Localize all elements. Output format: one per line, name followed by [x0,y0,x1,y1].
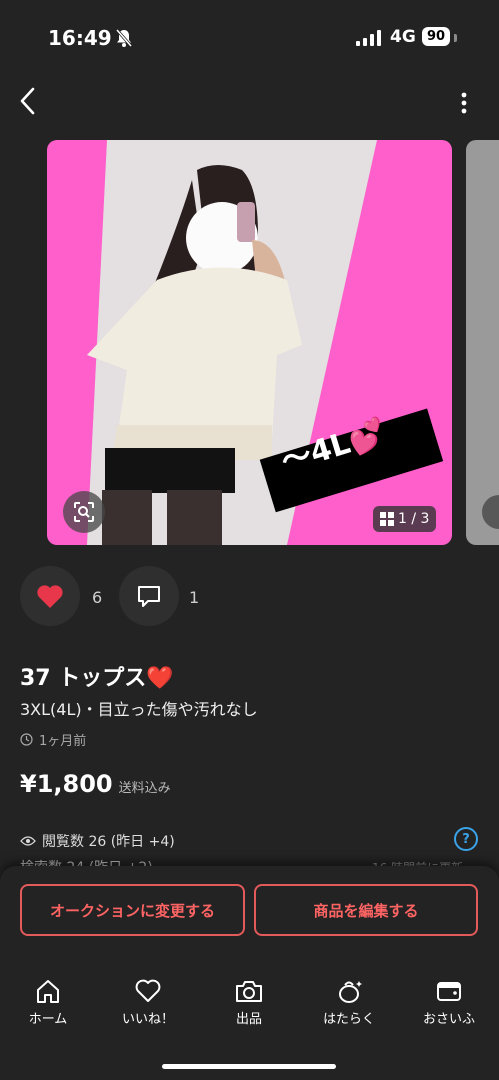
edit-item-button[interactable]: 商品を編集する [254,884,478,936]
back-arrow-icon[interactable] [14,86,44,116]
tab-sell[interactable]: 出品 [209,978,289,1027]
price-value: ¥1,800 [20,770,113,798]
next-photo-peek[interactable] [466,140,499,545]
comment-count: 1 [189,588,200,607]
battery-cap [454,34,457,42]
comment-button[interactable] [119,566,179,626]
product-photo[interactable]: 〜4L💕 [47,140,452,545]
top-bar [0,76,499,132]
grid-icon [380,512,394,526]
like-button[interactable] [20,566,80,626]
heart-filled-icon [37,585,63,608]
tab-work-label: はたらく [323,1012,375,1027]
comment-icon [138,586,160,607]
wallet-icon [437,982,461,1001]
photo-counter: 1 / 3 [373,506,437,532]
more-options-icon[interactable] [454,90,474,116]
camera-icon [236,981,262,1002]
item-subtitle: 3XL(4L)・目立った傷や汚れなし [20,700,258,719]
price: ¥1,800 送料込み [20,770,171,798]
status-time: 16:49 [48,26,112,50]
tab-home[interactable]: ホーム [8,978,88,1027]
tab-home-label: ホーム [28,1012,68,1027]
engagement-actions: 6 1 [0,566,499,628]
tab-wallet-label: おさいふ [422,1012,475,1027]
bell-muted-icon [115,29,133,47]
clock-icon [20,733,33,746]
like-count: 6 [92,588,103,607]
view-count: 閲覧数 26 (昨日 +4) [42,834,175,850]
tab-likes[interactable]: いいね！ [108,978,188,1027]
home-indicator [162,1064,336,1069]
signal-icon [356,30,381,46]
shipping-label: 送料込み [118,781,171,796]
tab-work[interactable]: はたらく [309,978,389,1027]
next-photo-scan-icon [482,495,499,529]
tab-sell-label: 出品 [235,1012,262,1027]
heart-icon [135,979,161,1002]
photo-gallery[interactable]: 〜4L💕 1 / 3 [0,140,499,547]
photo-counter-text: 1 / 3 [398,511,430,527]
posted-time-text: 1ヶ月前 [39,734,87,749]
change-to-auction-button[interactable]: オークションに変更する [20,884,245,936]
home-icon [37,980,59,1003]
eye-icon [20,836,36,846]
tab-bar: ホーム いいね！ 出品 はたらく おさいふ [0,978,499,1038]
status-bar: 16:49 4G 90 [0,0,499,72]
tab-likes-label: いいね！ [121,1012,174,1027]
view-stats: 閲覧数 26 (昨日 +4) [20,831,175,851]
network-type: 4G [390,27,416,47]
image-search-button[interactable] [63,491,105,533]
bottom-action-sheet: オークションに変更する 商品を編集する ホーム いいね！ 出品 はたらく おさい… [0,866,499,1080]
item-title: 37 トップス❤️ [20,666,174,691]
battery-level: 90 [422,27,451,46]
tab-wallet[interactable]: おさいふ [409,978,489,1027]
product-photo-image [87,140,444,545]
work-icon [339,981,362,1003]
image-search-icon [74,502,94,522]
posted-time: 1ヶ月前 [20,730,86,749]
help-icon[interactable]: ? [454,827,478,851]
